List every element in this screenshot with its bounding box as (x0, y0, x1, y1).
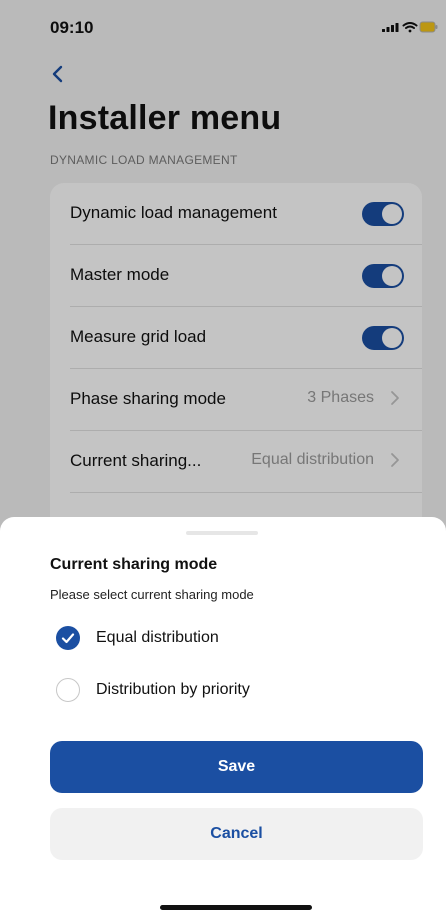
sheet-title: Current sharing mode (50, 556, 218, 573)
sheet-subtitle: Please select current sharing mode (50, 587, 254, 602)
home-indicator[interactable] (160, 905, 312, 910)
installer-menu-screen: 09:10 Installer menu DYNAMIC LOAD MANAGE… (0, 0, 446, 912)
save-button[interactable]: Save (50, 741, 423, 793)
option-distribution-by-priority[interactable]: Distribution by priority (56, 675, 356, 707)
option-equal-distribution[interactable]: Equal distribution (56, 623, 356, 655)
option-label: Distribution by priority (96, 681, 250, 698)
checkmark-icon (61, 633, 75, 644)
option-label: Equal distribution (96, 629, 219, 646)
radio-checked (56, 626, 80, 650)
radio-unchecked (56, 678, 80, 702)
sheet-drag-handle[interactable] (186, 531, 258, 535)
current-sharing-mode-sheet: Current sharing mode Please select curre… (0, 517, 446, 912)
cancel-button[interactable]: Cancel (50, 808, 423, 860)
